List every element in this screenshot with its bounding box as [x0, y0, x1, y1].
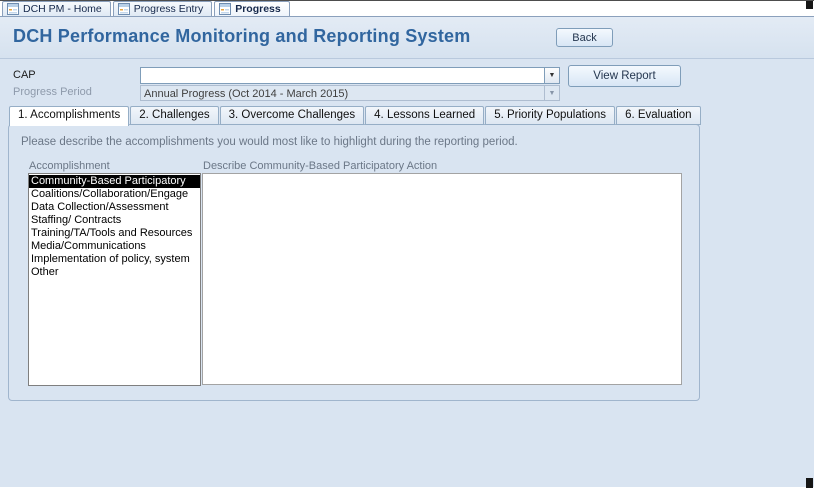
cap-combobox-value — [141, 68, 544, 83]
form-icon — [219, 3, 231, 15]
window-edge-artifact — [806, 478, 813, 488]
accomplishment-list-label: Accomplishment — [29, 160, 110, 172]
describe-action-label: Describe Community-Based Participatory A… — [203, 160, 437, 172]
window-edge-artifact — [806, 1, 813, 9]
form-icon — [7, 3, 19, 15]
list-item[interactable]: Staffing/ Contracts — [29, 214, 200, 227]
accomplishments-panel: Please describe the accomplishments you … — [8, 124, 700, 401]
list-item[interactable]: Training/TA/Tools and Resources — [29, 227, 200, 240]
accomplishment-listbox[interactable]: Community-Based Participatory Coalitions… — [28, 173, 201, 386]
tab-priority-populations[interactable]: 5. Priority Populations — [485, 106, 615, 125]
progress-period-combobox-disabled: Annual Progress (Oct 2014 - March 2015) … — [140, 85, 560, 101]
access-window: DCH PM - Home Progress Entry Progress DC… — [0, 0, 814, 495]
window-bottom-strip — [0, 487, 814, 495]
instruction-text: Please describe the accomplishments you … — [21, 136, 518, 148]
doc-tab-label: DCH PM - Home — [23, 3, 102, 15]
list-item[interactable]: Data Collection/Assessment — [29, 201, 200, 214]
doc-tab-progress-entry[interactable]: Progress Entry — [113, 1, 212, 16]
list-item[interactable]: Other — [29, 266, 200, 279]
cap-label: CAP — [13, 69, 36, 81]
list-item[interactable]: Implementation of policy, system — [29, 253, 200, 266]
list-item[interactable]: Media/Communications — [29, 240, 200, 253]
page-title: DCH Performance Monitoring and Reporting… — [13, 26, 470, 47]
progress-period-label: Progress Period — [13, 86, 92, 98]
cap-combobox[interactable]: ▼ — [140, 67, 560, 84]
back-button[interactable]: Back — [556, 28, 613, 47]
tab-overcome-challenges[interactable]: 3. Overcome Challenges — [220, 106, 365, 125]
progress-period-value: Annual Progress (Oct 2014 - March 2015) — [141, 86, 544, 100]
form-area: DCH Performance Monitoring and Reporting… — [0, 17, 814, 487]
document-tab-bar: DCH PM - Home Progress Entry Progress — [0, 1, 814, 17]
list-item[interactable]: Coalitions/Collaboration/Engage — [29, 188, 200, 201]
doc-tab-label: Progress Entry — [134, 3, 203, 15]
form-icon — [118, 3, 130, 15]
dropdown-arrow-icon-disabled: ▼ — [544, 86, 559, 100]
dropdown-arrow-icon[interactable]: ▼ — [544, 68, 559, 83]
tab-accomplishments[interactable]: 1. Accomplishments — [9, 106, 129, 126]
doc-tab-progress[interactable]: Progress — [214, 1, 290, 16]
form-header: DCH Performance Monitoring and Reporting… — [0, 17, 814, 59]
description-textarea[interactable] — [202, 173, 682, 385]
tab-evaluation[interactable]: 6. Evaluation — [616, 106, 701, 125]
section-tab-strip: 1. Accomplishments 2. Challenges 3. Over… — [9, 106, 701, 125]
list-item[interactable]: Community-Based Participatory — [29, 175, 200, 188]
tab-lessons-learned[interactable]: 4. Lessons Learned — [365, 106, 484, 125]
doc-tab-dch-pm-home[interactable]: DCH PM - Home — [2, 1, 111, 16]
view-report-button[interactable]: View Report — [568, 65, 681, 87]
tab-challenges[interactable]: 2. Challenges — [130, 106, 218, 125]
doc-tab-label: Progress — [235, 3, 281, 15]
